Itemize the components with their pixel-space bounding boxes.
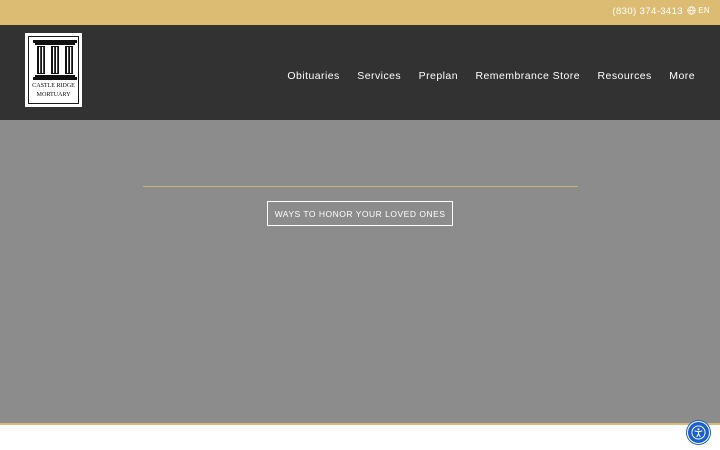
nav-item-obituaries[interactable]: Obituaries [287,70,339,82]
columns-logo-icon [33,40,77,80]
logo-text-line2: MORTUARY [36,91,71,98]
hero-section: WAYS TO HONOR YOUR LOVED ONES [0,120,720,423]
nav-item-remembrance-store[interactable]: Remembrance Store [475,70,580,82]
nav-item-resources[interactable]: Resources [598,70,652,82]
nav-item-services[interactable]: Services [357,70,401,82]
logo-text-line1: CASTLE RIDGE [32,82,75,89]
top-bar: (830) 374-3413 EN [0,0,720,25]
section-divider [0,423,720,425]
accessibility-icon [691,425,706,440]
globe-icon [687,6,696,15]
nav-item-preplan[interactable]: Preplan [419,70,458,82]
site-header: CASTLE RIDGE MORTUARY Obituaries Service… [0,25,720,120]
honor-loved-ones-button[interactable]: WAYS TO HONOR YOUR LOVED ONES [267,201,453,226]
hero-divider [143,186,578,187]
nav-item-more[interactable]: More [669,70,695,82]
phone-link[interactable]: (830) 374-3413 [612,6,683,17]
main-nav: Obituaries Services Preplan Remembrance … [287,70,695,82]
accessibility-button[interactable] [687,421,710,444]
site-logo[interactable]: CASTLE RIDGE MORTUARY [25,33,82,107]
language-label: EN [698,6,710,15]
language-selector[interactable]: EN [687,6,710,15]
